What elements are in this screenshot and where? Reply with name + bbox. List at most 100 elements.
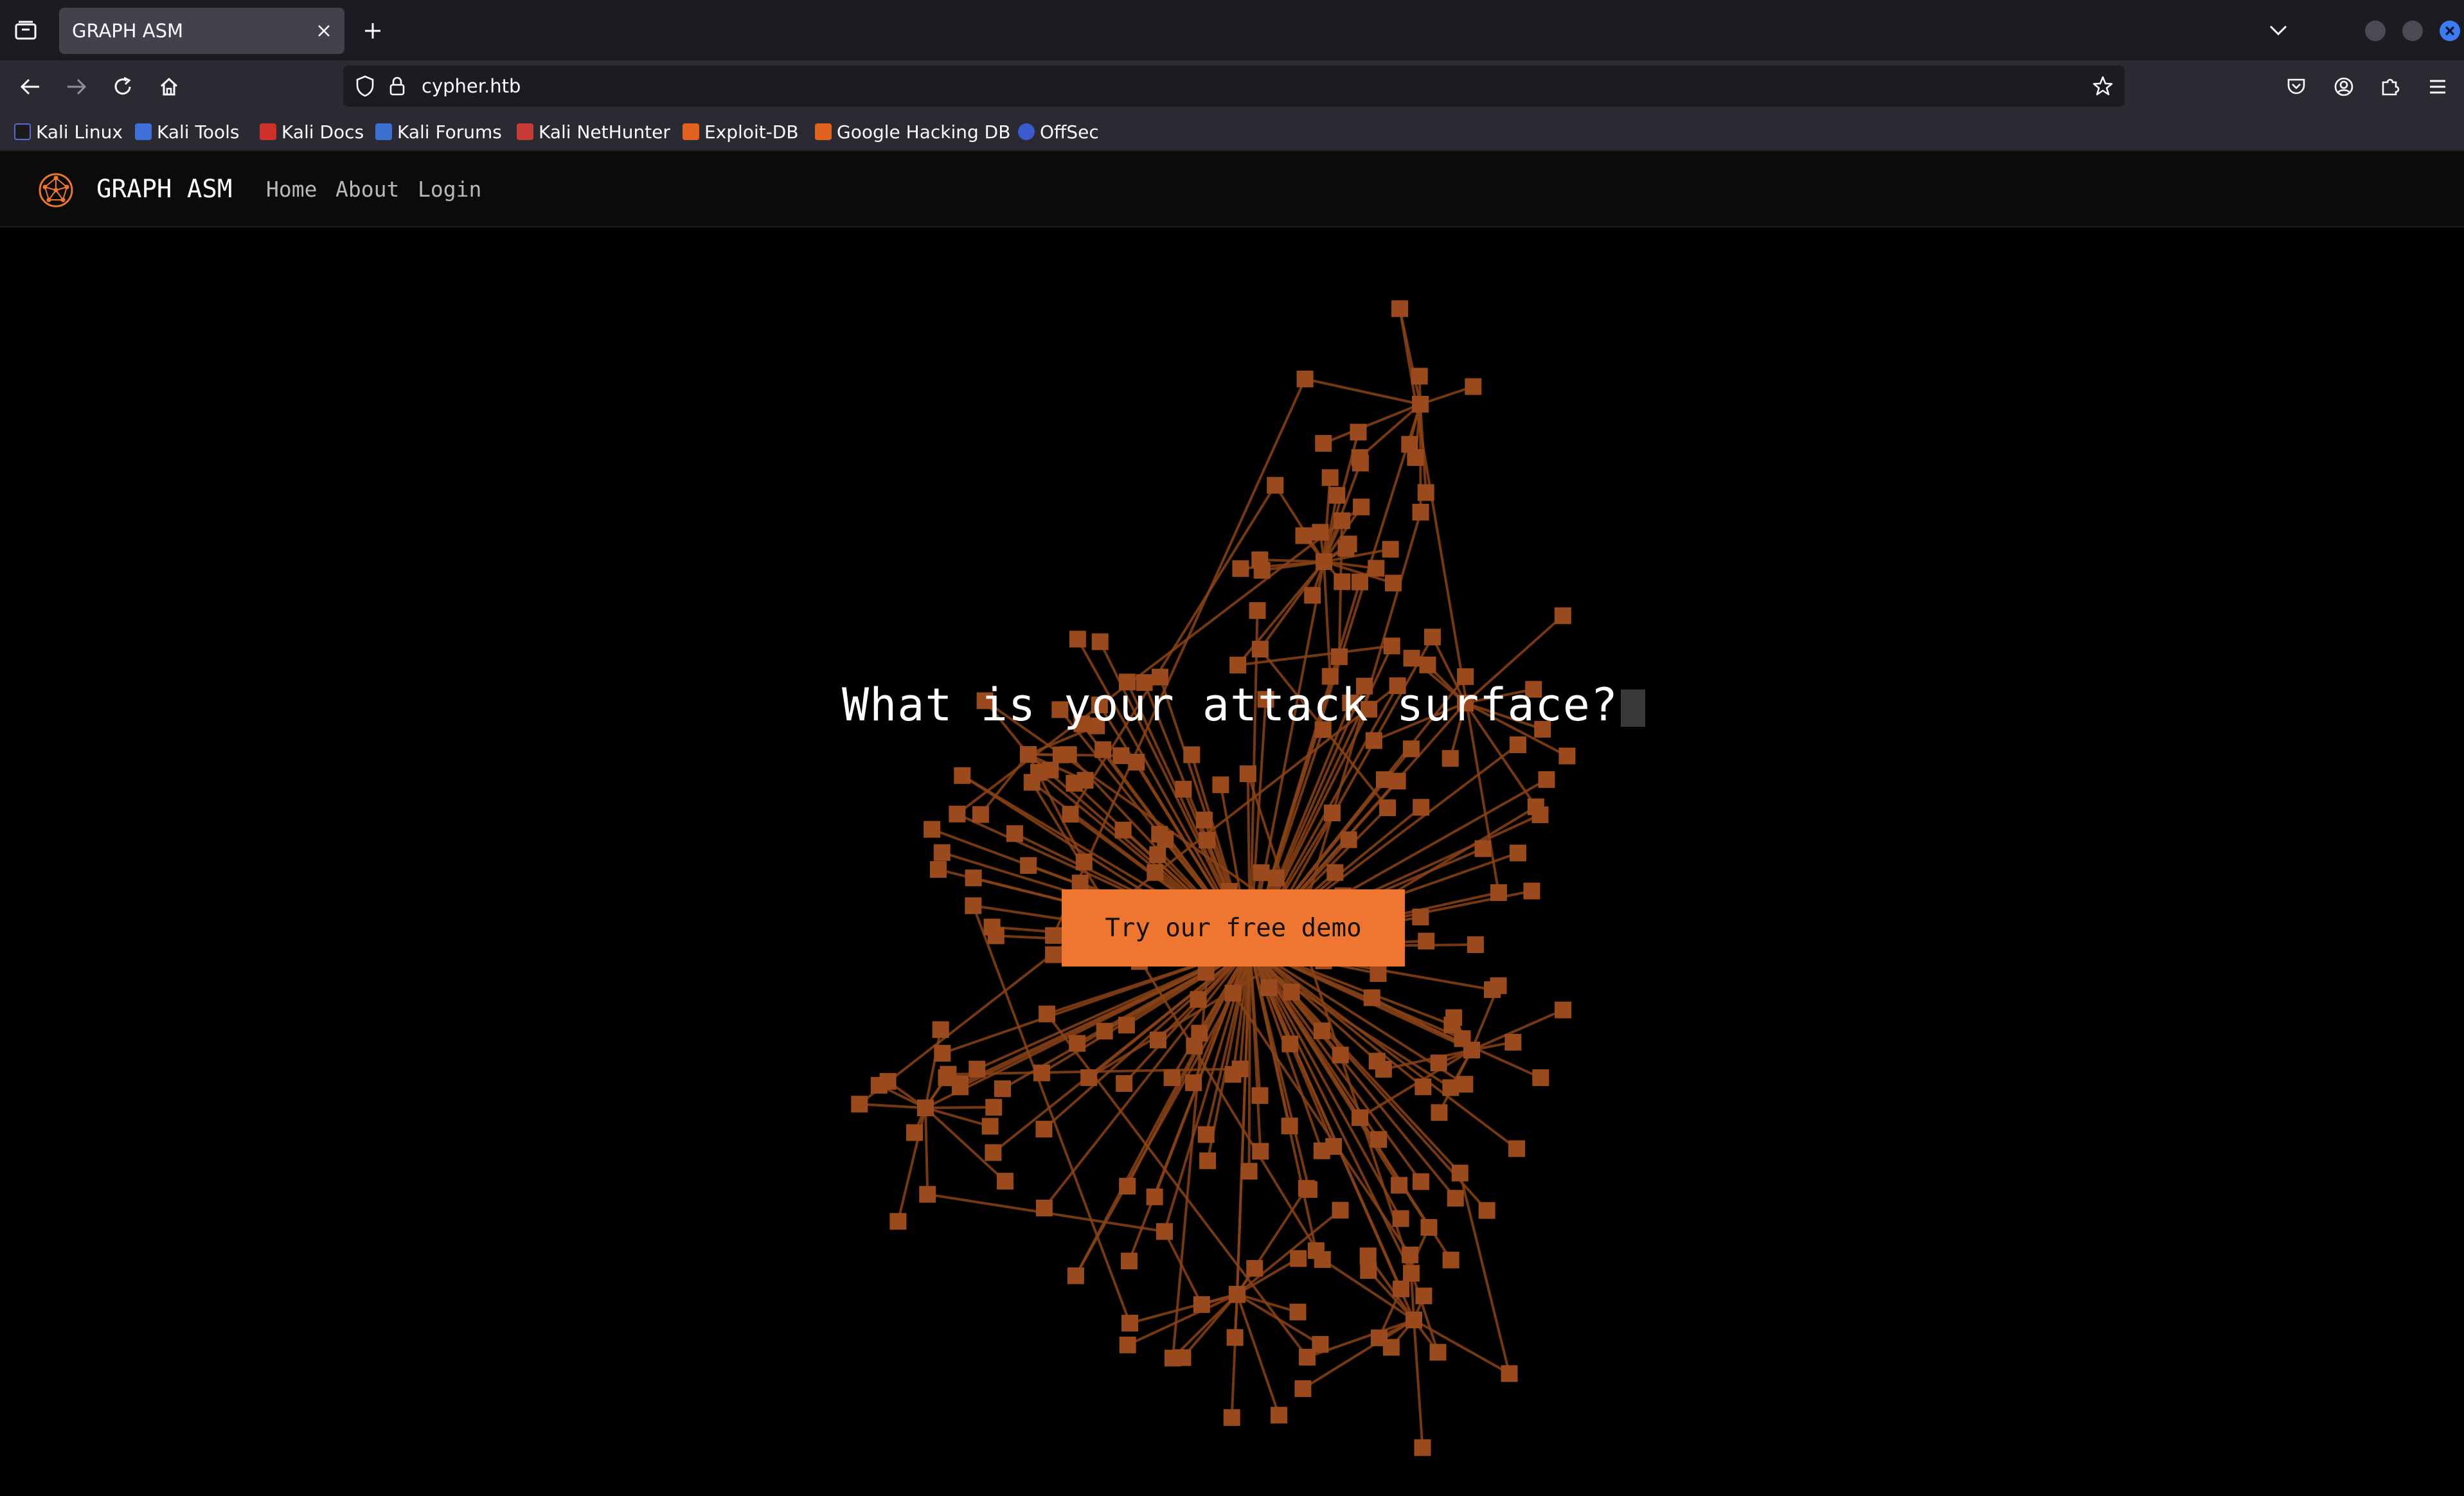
nav-about-link[interactable]: About <box>335 152 399 227</box>
graph-node <box>1334 512 1351 530</box>
graph-node <box>1281 1118 1298 1135</box>
minimize-window-icon[interactable] <box>2365 21 2386 41</box>
kali-tools-icon <box>135 123 152 140</box>
lock-icon[interactable] <box>386 75 409 98</box>
bookmark-kali-tools[interactable]: Kali Tools <box>135 112 239 152</box>
tab-list-icon[interactable] <box>8 14 44 46</box>
account-icon[interactable] <box>2326 69 2361 104</box>
graph-node <box>932 1021 949 1038</box>
graph-node <box>1370 965 1387 982</box>
graph-node <box>1091 633 1109 650</box>
graph-node <box>1490 977 1507 994</box>
graph-node <box>1253 864 1270 882</box>
graph-node <box>1504 1033 1522 1051</box>
close-tab-icon[interactable] <box>310 17 338 45</box>
graph-node <box>1020 857 1037 874</box>
graph-node <box>1304 587 1321 604</box>
bookmark-kali-docs[interactable]: Kali Docs <box>260 112 364 152</box>
address-bar[interactable]: cypher.htb <box>343 66 2125 107</box>
graph-node <box>1330 648 1348 665</box>
new-tab-icon[interactable] <box>357 15 388 46</box>
graph-node <box>1069 1035 1086 1052</box>
graph-edge <box>1274 485 1325 563</box>
graph-node <box>1406 1312 1422 1328</box>
graph-node <box>1402 1265 1420 1282</box>
graph-node <box>1532 1069 1549 1087</box>
graph-node <box>1558 747 1576 765</box>
graph-node <box>1224 984 1242 1002</box>
try-free-demo-button[interactable]: Try our free demo <box>1062 889 1405 966</box>
close-window-icon[interactable] <box>2440 21 2460 41</box>
graph-node <box>983 918 1001 936</box>
graph-node <box>1096 1022 1113 1040</box>
graph-logo-icon[interactable] <box>37 172 75 209</box>
graph-node <box>906 1124 924 1141</box>
bookmark-offsec[interactable]: OffSec <box>1018 112 1099 152</box>
graph-node <box>1271 1407 1288 1424</box>
graph-node <box>1323 805 1341 822</box>
bookmark-google-hacking-db[interactable]: Google Hacking DB <box>815 112 1010 152</box>
nav-home-link[interactable]: Home <box>266 152 317 227</box>
graph-node <box>1403 650 1420 667</box>
home-icon[interactable] <box>152 69 186 104</box>
graph-edge <box>924 1107 929 1195</box>
graph-node <box>1442 1251 1460 1269</box>
bookmark-exploit-db[interactable]: Exploit-DB <box>683 112 799 152</box>
graph-node <box>917 1100 934 1116</box>
reload-icon[interactable] <box>105 69 140 104</box>
graph-node <box>1430 1055 1447 1072</box>
chevron-down-icon[interactable] <box>2262 14 2294 46</box>
browser-tab[interactable]: GRAPH ASM <box>59 8 344 54</box>
bookmark-label: Kali Docs <box>281 121 364 143</box>
graph-node <box>969 1060 986 1078</box>
graph-node <box>1175 781 1192 798</box>
nav-login-link[interactable]: Login <box>418 152 481 227</box>
graph-node <box>1195 812 1213 829</box>
graph-node <box>1232 560 1249 577</box>
graph-node <box>1325 1138 1343 1155</box>
graph-node <box>1478 1202 1495 1219</box>
menu-hamburger-icon[interactable] <box>2420 69 2455 104</box>
graph-node <box>1391 1177 1408 1194</box>
graph-node <box>1359 1247 1377 1265</box>
graph-node <box>1146 1188 1163 1206</box>
graph-node <box>1299 1348 1316 1366</box>
graph-node <box>1289 1303 1307 1321</box>
extensions-puzzle-icon[interactable] <box>2373 69 2407 104</box>
graph-node <box>1294 1380 1312 1397</box>
graph-edge <box>925 1106 994 1109</box>
graph-node <box>1251 641 1269 658</box>
graph-node <box>1156 1223 1173 1240</box>
bookmark-star-icon[interactable] <box>2089 72 2117 100</box>
bookmark-kali-linux[interactable]: Kali Linux <box>14 112 123 152</box>
graph-node <box>1383 637 1400 655</box>
graph-node <box>1267 869 1285 887</box>
graph-node <box>1360 1262 1377 1279</box>
tracking-protection-shield-icon[interactable] <box>353 75 377 98</box>
graph-node <box>965 897 982 914</box>
graph-node <box>1490 884 1507 902</box>
back-arrow-icon[interactable] <box>13 69 48 104</box>
graph-node <box>1392 1210 1409 1227</box>
graph-node <box>1352 1109 1369 1126</box>
graph-node <box>981 1118 999 1135</box>
graph-node <box>1149 846 1166 863</box>
pocket-icon[interactable] <box>2279 69 2314 104</box>
graph-node <box>1501 1365 1518 1382</box>
maximize-window-icon[interactable] <box>2402 21 2423 41</box>
graph-node <box>1391 300 1409 317</box>
graph-node <box>879 1073 897 1090</box>
graph-node <box>1121 1315 1139 1332</box>
graph-node <box>1442 1079 1460 1096</box>
graph-node <box>1315 434 1332 452</box>
bookmark-kali-forums[interactable]: Kali Forums <box>375 112 502 152</box>
graph-node <box>919 1186 936 1203</box>
graph-node <box>1313 1022 1330 1040</box>
graph-node <box>1414 1439 1431 1456</box>
site-brand[interactable]: GRAPH ASM <box>96 152 232 227</box>
exploitdb-icon <box>683 123 699 140</box>
forward-arrow-icon[interactable] <box>59 69 94 104</box>
bookmark-kali-nethunter[interactable]: Kali NetHunter <box>517 112 670 152</box>
site-header: GRAPH ASM Home About Login <box>0 152 2464 227</box>
url-text[interactable]: cypher.htb <box>422 66 521 107</box>
